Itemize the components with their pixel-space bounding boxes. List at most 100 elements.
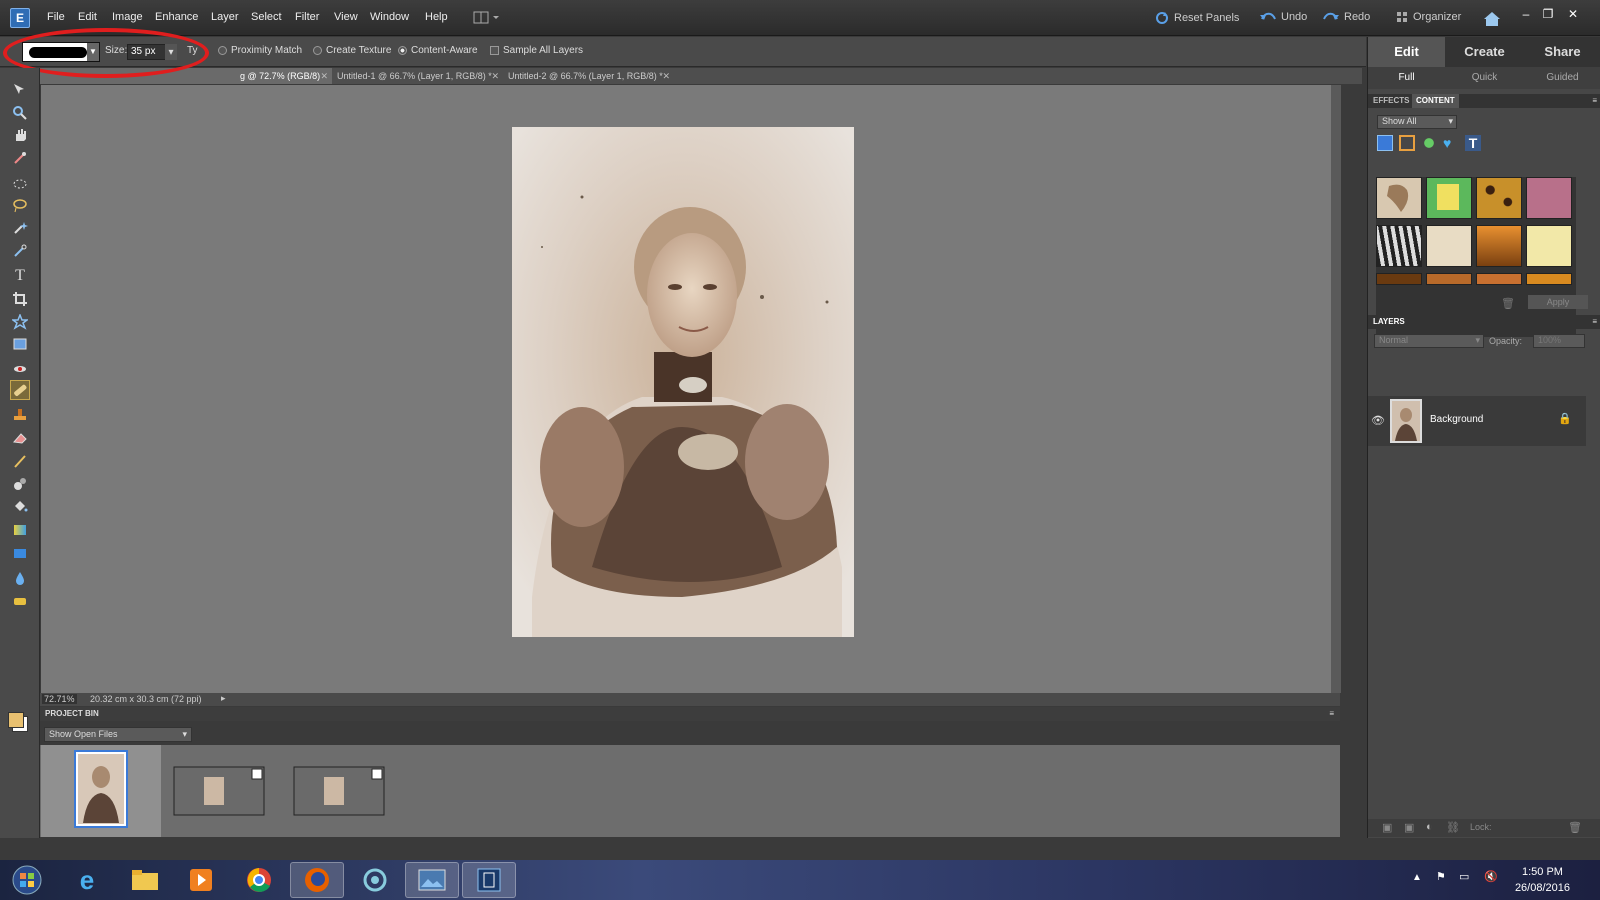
recompose-tool-icon[interactable] [10, 334, 30, 354]
content-thumb-fire[interactable] [1526, 273, 1572, 285]
cookie-cutter-tool-icon[interactable] [10, 312, 30, 332]
reset-panels-button[interactable]: Reset Panels [1155, 11, 1239, 25]
marquee-tool-icon[interactable] [10, 174, 30, 194]
volume-muted-icon[interactable]: 🔇 [1484, 870, 1498, 883]
delete-layer-icon[interactable]: 🗑 [1568, 821, 1582, 834]
tab-guided[interactable]: Guided [1524, 67, 1600, 89]
restore-icon[interactable]: ❐ [1540, 7, 1556, 21]
content-thumb-africa-map[interactable] [1376, 177, 1422, 219]
create-texture-radio[interactable]: Create Texture [313, 45, 391, 56]
tab-create[interactable]: Create [1446, 37, 1523, 67]
sample-all-layers-checkbox[interactable]: Sample All Layers [490, 45, 583, 56]
vintage-portrait-photo[interactable] [512, 127, 854, 637]
backgrounds-icon[interactable] [1377, 135, 1393, 151]
zoom-level[interactable]: 72.71% [42, 694, 77, 704]
menu-image[interactable]: Image [112, 11, 143, 23]
tab-quick[interactable]: Quick [1446, 67, 1523, 89]
start-button-icon[interactable] [0, 862, 54, 898]
close-tab-icon[interactable]: ✕ [320, 68, 328, 84]
gradient-tool-icon[interactable] [10, 520, 30, 540]
menu-enhance[interactable]: Enhance [155, 11, 198, 23]
text-icon[interactable]: T [1465, 135, 1481, 151]
tab-untitled-2[interactable]: Untitled-2 @ 66.7% (Layer 1, RGB/8) * ✕ [504, 68, 674, 84]
panel-menu-icon[interactable]: ≡ [1592, 94, 1597, 108]
system-clock[interactable]: 1:50 PM 26/08/2016 [1515, 864, 1570, 896]
menu-file[interactable]: File [47, 11, 65, 23]
tab-untitled-1[interactable]: Untitled-1 @ 66.7% (Layer 1, RGB/8) * ✕ [333, 68, 503, 84]
image-canvas[interactable] [41, 85, 1331, 693]
minimize-icon[interactable]: – [1518, 7, 1534, 21]
new-group-icon[interactable]: ▣ [1404, 821, 1414, 834]
close-tab-icon[interactable]: ✕ [491, 68, 499, 84]
magic-wand-tool-icon[interactable] [10, 218, 30, 238]
clone-stamp-tool-icon[interactable] [10, 404, 30, 424]
photo-viewer-icon[interactable] [405, 862, 459, 898]
app-circle-icon[interactable] [348, 862, 402, 898]
status-arrow-icon[interactable]: ▸ [221, 693, 226, 704]
content-thumb-leopard[interactable] [1476, 177, 1522, 219]
tab-share[interactable]: Share [1524, 37, 1600, 67]
sponge-tool-icon[interactable] [10, 591, 30, 611]
link-icon[interactable]: ⛓ [1446, 821, 1460, 834]
content-thumb-world-map[interactable] [1426, 225, 1472, 267]
opacity-input[interactable]: 100% [1533, 334, 1585, 348]
spot-healing-brush-tool-icon[interactable] [10, 380, 30, 400]
undo-button[interactable]: Undo [1260, 11, 1307, 23]
file-explorer-icon[interactable] [118, 862, 172, 898]
network-icon[interactable]: ▭ [1459, 870, 1469, 883]
close-icon[interactable]: ✕ [1565, 7, 1581, 21]
hand-tool-icon[interactable] [10, 125, 30, 145]
redo-button[interactable]: Redo [1323, 11, 1370, 23]
content-thumb-green-frame[interactable] [1426, 177, 1472, 219]
menu-window[interactable]: Window [370, 11, 409, 23]
shape-tool-icon[interactable] [10, 543, 30, 563]
brush-tool-icon[interactable] [10, 451, 30, 471]
lasso-tool-icon[interactable] [10, 196, 30, 216]
bin-thumbnail-portrait[interactable] [41, 745, 161, 837]
content-thumb-zebra[interactable] [1376, 225, 1422, 267]
graphics-icon[interactable] [1421, 135, 1437, 151]
tab-full[interactable]: Full [1368, 67, 1445, 89]
tab-content[interactable]: CONTENT [1412, 94, 1459, 108]
eye-visibility-icon[interactable]: 👁 [1371, 414, 1385, 427]
menu-select[interactable]: Select [251, 11, 282, 23]
arrange-documents-icon[interactable] [472, 10, 502, 26]
red-eye-tool-icon[interactable] [10, 358, 30, 378]
photoshop-elements-taskbar-icon[interactable] [462, 862, 516, 898]
action-center-flag-icon[interactable]: ⚑ [1436, 870, 1446, 883]
show-hidden-icons[interactable]: ▲ [1412, 872, 1422, 883]
organizer-button[interactable]: Organizer [1396, 11, 1461, 23]
paint-bucket-tool-icon[interactable] [10, 496, 30, 516]
new-layer-icon[interactable]: ▣ [1382, 821, 1392, 834]
chrome-icon[interactable] [232, 862, 286, 898]
media-player-icon[interactable] [174, 862, 228, 898]
eyedropper-tool-icon[interactable] [10, 148, 30, 168]
tab-effects[interactable]: EFFECTS [1373, 94, 1409, 108]
bin-thumbnail-untitled-2[interactable] [280, 745, 400, 837]
move-tool-icon[interactable] [10, 80, 30, 100]
menu-filter[interactable]: Filter [295, 11, 319, 23]
layer-row-background[interactable]: 👁 Background 🔒 [1368, 396, 1586, 446]
crop-tool-icon[interactable] [10, 289, 30, 309]
close-tab-icon[interactable]: ✕ [662, 68, 670, 84]
menu-layer[interactable]: Layer [211, 11, 239, 23]
quick-selection-tool-icon[interactable] [10, 241, 30, 261]
adjustment-layer-icon[interactable]: ◐ [1426, 821, 1433, 833]
menu-help[interactable]: Help [425, 11, 448, 23]
trash-icon[interactable]: 🗑 [1501, 297, 1515, 310]
panel-menu-icon[interactable]: ≡ [1329, 707, 1334, 721]
content-aware-radio[interactable]: Content-Aware [398, 45, 478, 56]
menu-edit[interactable]: Edit [78, 11, 97, 23]
bin-thumbnail-untitled-1[interactable] [160, 745, 280, 837]
foreground-color-swatch[interactable] [8, 712, 24, 728]
content-thumb-pink-texture[interactable] [1526, 177, 1572, 219]
content-thumb-orange[interactable] [1426, 273, 1472, 285]
apply-button[interactable]: Apply [1528, 295, 1588, 309]
vertical-scrollbar[interactable] [1331, 85, 1341, 693]
content-thumb-leaves[interactable] [1476, 273, 1522, 285]
content-thumb-autumn[interactable] [1476, 225, 1522, 267]
internet-explorer-icon[interactable]: e [60, 862, 114, 898]
firefox-icon[interactable] [290, 862, 344, 898]
smart-brush-tool-icon[interactable] [10, 474, 30, 494]
content-thumb-cream[interactable] [1526, 225, 1572, 267]
